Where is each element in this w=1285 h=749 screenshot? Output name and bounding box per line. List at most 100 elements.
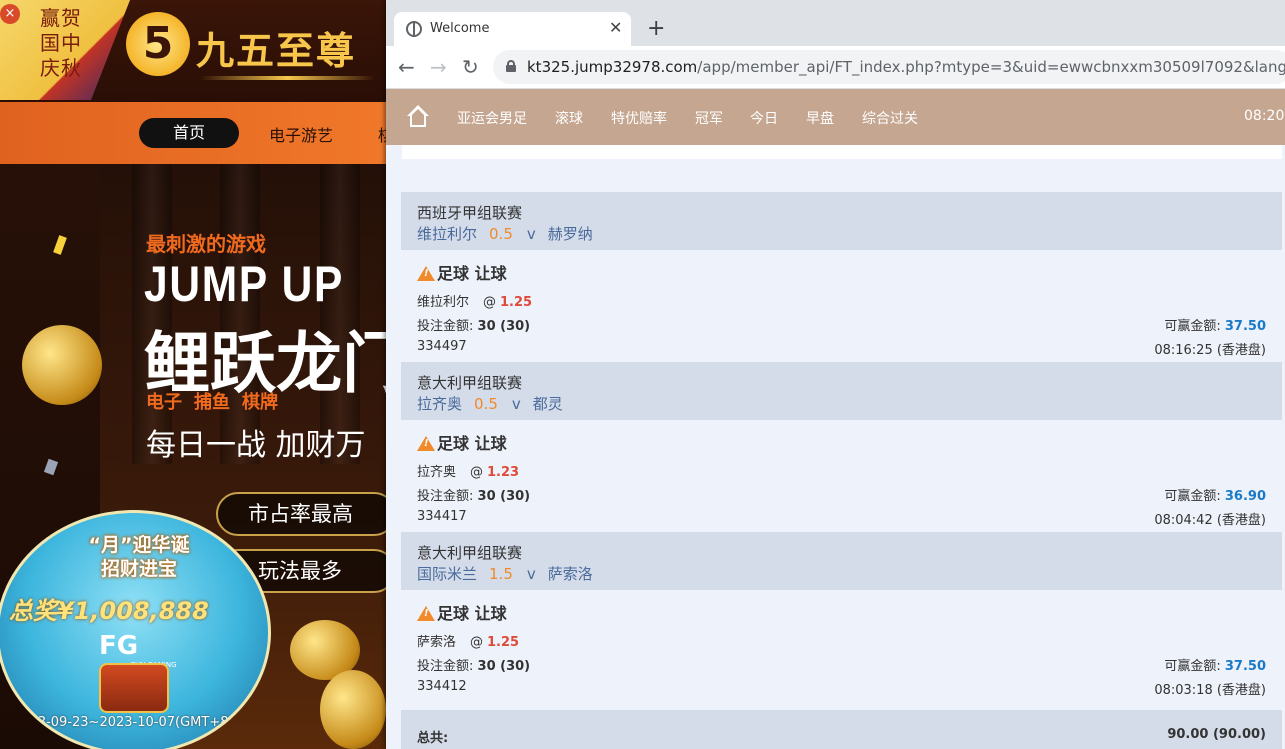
league-header: 西班牙甲组联赛 维拉利尔 0.5 v 赫罗纳 bbox=[401, 192, 1282, 250]
brand-name: 九五至尊 bbox=[196, 28, 357, 73]
match-line: 国际米兰 1.5 v 萨索洛 bbox=[417, 563, 593, 584]
home-team: 拉齐奥 bbox=[417, 395, 463, 413]
back-icon[interactable]: ← bbox=[398, 55, 415, 79]
at-sign: @ bbox=[470, 465, 484, 480]
win-line: 可赢金额: 36.90 bbox=[1164, 485, 1266, 504]
stake-label: 投注金额: bbox=[417, 319, 474, 334]
reload-icon[interactable]: ↻ bbox=[462, 55, 479, 79]
win-label: 可赢金额: bbox=[1164, 319, 1221, 334]
fg-title: “月”迎华诞 招财进宝 bbox=[88, 534, 190, 580]
bet-type-label: 足球 让球 bbox=[437, 434, 507, 453]
pick-line: 萨索洛 @1.25 bbox=[417, 631, 519, 650]
nav-special-odds[interactable]: 特优赔率 bbox=[611, 108, 667, 128]
bet-detail: 足球 让球 拉齐奥 @1.23 投注金额: 30 (30) 可赢金额: 36.90… bbox=[401, 420, 1282, 532]
brand-divider bbox=[200, 76, 375, 80]
market-share-button[interactable]: 市占率最高 bbox=[216, 492, 386, 536]
league-header: 意大利甲组联赛 国际米兰 1.5 v 萨索洛 bbox=[401, 532, 1282, 590]
stake-label: 投注金额: bbox=[417, 489, 474, 504]
forward-icon[interactable]: → bbox=[430, 55, 447, 79]
ticket-id: 334417 bbox=[417, 509, 467, 524]
promo-nav-slots[interactable]: 电子游艺 bbox=[269, 122, 333, 146]
stake-amount: 30 (30) bbox=[477, 319, 531, 334]
browser-tab[interactable]: Welcome ✕ bbox=[394, 12, 631, 46]
nav-asian-games-football[interactable]: 亚运会男足 bbox=[457, 108, 527, 128]
pick-line: 拉齐奥 @1.23 bbox=[417, 461, 519, 480]
nav-today[interactable]: 今日 bbox=[750, 108, 778, 128]
promo-tag: 捕鱼 bbox=[194, 392, 230, 413]
league-name: 意大利甲组联赛 bbox=[417, 374, 523, 392]
fg-promo-badge[interactable]: “月”迎华诞 招财进宝 总奖¥1,008,888 FG FUN GAMING 2… bbox=[0, 510, 271, 749]
odds: 1.23 bbox=[487, 465, 520, 480]
handicap: 0.5 bbox=[489, 225, 513, 243]
treasure-chest-icon bbox=[99, 663, 169, 713]
bet-detail: 足球 让球 维拉利尔 @1.25 投注金额: 30 (30) 可赢金额: 37.5… bbox=[401, 250, 1282, 362]
close-icon[interactable]: × bbox=[0, 4, 20, 24]
bet-detail: 足球 让球 萨索洛 @1.25 投注金额: 30 (30) 可赢金额: 37.50… bbox=[401, 590, 1282, 702]
fg-logo-icon: FG bbox=[99, 631, 139, 661]
ticket-id: 334497 bbox=[417, 339, 467, 354]
total-label: 总共: bbox=[417, 731, 449, 746]
pick-team: 萨索洛 bbox=[417, 635, 457, 650]
tab-strip: Welcome ✕ + bbox=[386, 0, 1285, 46]
gold-coin-icon bbox=[22, 325, 102, 405]
win-amount: 36.90 bbox=[1224, 489, 1266, 504]
warning-icon bbox=[417, 266, 435, 281]
bet-time: 08:03:18 (香港盘) bbox=[1154, 683, 1266, 698]
total-bar: 总共: 90.00 (90.00) bbox=[401, 710, 1282, 749]
nav-outright[interactable]: 冠军 bbox=[695, 108, 723, 128]
fg-date: 2023-09-23~2023-10-07(GMT+8) bbox=[13, 715, 234, 730]
at-sign: @ bbox=[470, 635, 484, 650]
festival-text: 赢贺国中庆秋 bbox=[40, 6, 82, 80]
away-team: 都灵 bbox=[532, 395, 563, 413]
away-team: 萨索洛 bbox=[547, 565, 593, 583]
globe-icon bbox=[406, 21, 422, 37]
nav-parlay[interactable]: 综合过关 bbox=[862, 108, 918, 128]
promo-nav-home[interactable]: 首页 bbox=[139, 118, 239, 148]
url-path: /app/member_api/FT_index.php?mtype=3&uid… bbox=[697, 58, 1285, 76]
win-amount: 37.50 bbox=[1224, 319, 1266, 334]
handicap: 0.5 bbox=[474, 395, 498, 413]
nav-live[interactable]: 滚球 bbox=[555, 108, 583, 128]
new-tab-icon[interactable]: + bbox=[647, 16, 665, 41]
browser-window: Welcome ✕ + ← → ↻ kt325.jump32978.com/ap… bbox=[386, 0, 1285, 749]
url-text[interactable]: kt325.jump32978.com/app/member_api/FT_in… bbox=[527, 58, 1285, 76]
betting-page: 亚运会男足 滚球 特优赔率 冠军 今日 早盘 综合过关 08:20: 西班牙甲组… bbox=[386, 89, 1285, 749]
content-top-strip bbox=[402, 145, 1282, 159]
handicap: 1.5 bbox=[489, 565, 513, 583]
bet-time: 08:16:25 (香港盘) bbox=[1154, 343, 1266, 358]
versus: v bbox=[526, 565, 536, 583]
brand-logo-icon[interactable]: 5 bbox=[126, 12, 190, 76]
match-line: 拉齐奥 0.5 v 都灵 bbox=[417, 393, 563, 414]
bet-time: 08:04:42 (香港盘) bbox=[1154, 513, 1266, 528]
confetti-decoration bbox=[53, 235, 67, 255]
stake-line: 投注金额: 30 (30) bbox=[417, 485, 530, 504]
bet-type: 足球 让球 bbox=[417, 600, 507, 624]
warning-icon bbox=[417, 606, 435, 621]
stake-label: 投注金额: bbox=[417, 659, 474, 674]
lock-icon[interactable] bbox=[506, 60, 516, 72]
home-icon[interactable] bbox=[406, 105, 430, 129]
total-value: 90.00 (90.00) bbox=[1167, 727, 1266, 742]
clock-time: 08:20: bbox=[1244, 108, 1285, 124]
site-navbar: 亚运会男足 滚球 特优赔率 冠军 今日 早盘 综合过关 08:20: bbox=[386, 89, 1285, 145]
promo-nav-chess[interactable]: 棋 bbox=[378, 122, 386, 146]
promo-tag: 棋牌 bbox=[242, 392, 278, 413]
gold-coin-icon bbox=[320, 670, 386, 749]
promo-site: 赢贺国中庆秋 × 5 九五至尊 首页 电子游艺 棋 最刺激的游戏 JUMP UP… bbox=[0, 0, 386, 749]
url-host: kt325.jump32978.com bbox=[527, 58, 698, 76]
versus: v bbox=[526, 225, 536, 243]
promo-tags: 电子 捕鱼 棋牌 bbox=[146, 388, 290, 414]
pick-team: 维拉利尔 bbox=[417, 295, 470, 310]
promo-subtitle: 最刺激的游戏 bbox=[146, 232, 266, 256]
league-name: 西班牙甲组联赛 bbox=[417, 204, 523, 222]
promo-headline: JUMP UP bbox=[144, 256, 345, 312]
league-header: 意大利甲组联赛 拉齐奥 0.5 v 都灵 bbox=[401, 362, 1282, 420]
close-tab-icon[interactable]: ✕ bbox=[609, 18, 622, 37]
win-line: 可赢金额: 37.50 bbox=[1164, 315, 1266, 334]
win-label: 可赢金额: bbox=[1164, 489, 1221, 504]
bet-type-label: 足球 让球 bbox=[437, 264, 507, 283]
address-bar[interactable]: kt325.jump32978.com/app/member_api/FT_in… bbox=[493, 50, 1285, 84]
nav-early[interactable]: 早盘 bbox=[806, 108, 834, 128]
bet-type-label: 足球 让球 bbox=[437, 604, 507, 623]
bet-type: 足球 让球 bbox=[417, 260, 507, 284]
